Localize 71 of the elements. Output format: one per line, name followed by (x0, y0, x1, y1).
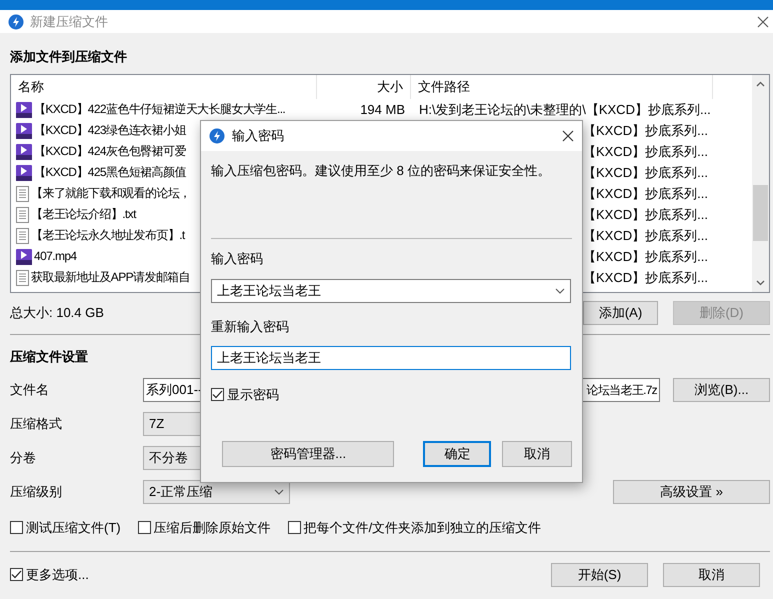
file-name: 【老王论坛永久地址发布页】.t (31, 227, 185, 244)
dialog-title: 输入密码 (232, 127, 284, 146)
file-path: 【KXCD】抄底系列... (583, 207, 708, 222)
video-file-icon (16, 144, 32, 160)
file-name: 【KXCD】422蓝色牛仔短裙逆天大长腿女大学生... (34, 101, 286, 118)
advanced-settings-button[interactable]: 高级设置 » (613, 480, 770, 504)
app-icon (209, 128, 225, 144)
text-file-icon (16, 206, 29, 222)
browse-button[interactable]: 浏览(B)... (673, 378, 770, 402)
dropdown[interactable]: 2-正常压缩 (143, 480, 290, 504)
password-manager-button[interactable]: 密码管理器... (222, 440, 394, 467)
close-icon[interactable] (757, 16, 769, 28)
video-file-icon (16, 164, 32, 180)
option-checkbox[interactable]: 压缩后删除原始文件 (138, 518, 271, 538)
add-button[interactable]: 添加(A) (583, 301, 658, 325)
show-password-checkbox[interactable]: 显示密码 (211, 385, 279, 404)
password-combo[interactable]: 上老王论坛当老王 (211, 278, 571, 302)
file-name: 【老王论坛介绍】.txt (31, 206, 136, 223)
file-name: 获取最新地址及APP请发邮箱自 (31, 269, 190, 286)
file-name: 【来了就能下载和观看的论坛， (31, 185, 191, 202)
cancel-button[interactable]: 取消 (502, 440, 572, 467)
column-header[interactable]: 文件路径 (411, 75, 713, 99)
video-file-icon (16, 248, 32, 264)
option-checkbox[interactable]: 把每个文件/文件夹添加到独立的压缩文件 (288, 518, 542, 538)
app-icon (8, 14, 24, 30)
column-header[interactable]: 名称 (11, 75, 317, 99)
file-name: 【KXCD】425黑色短裙高颜值 (34, 164, 186, 181)
caret-icon[interactable] (555, 288, 565, 294)
scrollbar[interactable] (752, 75, 769, 292)
password-label: 输入密码 (211, 250, 263, 268)
file-path: 【KXCD】抄底系列... (583, 270, 708, 285)
file-path: 【KXCD】抄底系列... (583, 144, 708, 159)
field-label: 分卷 (10, 449, 37, 468)
scroll-down-icon[interactable] (756, 280, 765, 286)
file-path: 【KXCD】抄底系列... (583, 165, 708, 180)
caret-icon[interactable] (274, 489, 284, 495)
window-title: 新建压缩文件 (30, 12, 108, 31)
dialog-message: 输入压缩包密码。建议使用至少 8 位的密码来保证安全性。 (211, 162, 552, 180)
option-checkbox[interactable]: 测试压缩文件(T) (10, 518, 121, 538)
scroll-thumb[interactable] (753, 185, 768, 241)
more-options-checkbox[interactable]: 更多选项... (10, 564, 89, 584)
ok-button[interactable]: 确定 (423, 440, 492, 467)
field-label: 文件名 (10, 381, 50, 400)
section-heading: 添加文件到压缩文件 (10, 48, 127, 66)
text-file-icon (16, 270, 29, 286)
file-path: 【KXCD】抄底系列... (583, 249, 708, 264)
file-path: 【KXCD】抄底系列... (583, 123, 708, 138)
video-file-icon (16, 122, 32, 138)
total-size: 总大小: 10.4 GB (10, 304, 104, 322)
file-path: H:\发到老王论坛的\未整理的\【KXCD】抄底系列... (419, 102, 711, 117)
section-heading: 压缩文件设置 (10, 348, 88, 366)
field-label: 压缩级别 (10, 483, 63, 502)
file-size: 194 MB (360, 102, 405, 117)
video-file-icon (16, 102, 32, 118)
text-file-icon (16, 228, 29, 244)
confirm-password-field[interactable]: 上老王论坛当老王 (211, 346, 571, 370)
file-name: 【KXCD】424灰色包臀裙可爱 (34, 143, 186, 160)
confirm-password-label: 重新输入密码 (211, 318, 289, 336)
file-path: 【KXCD】抄底系列... (583, 228, 708, 243)
file-path: 【KXCD】抄底系列... (583, 186, 708, 201)
scroll-up-icon[interactable] (756, 81, 765, 87)
file-name: 【KXCD】423绿色连衣裙小姐 (34, 122, 186, 139)
file-name: 407.mp4 (34, 248, 76, 265)
start-button[interactable]: 开始(S) (551, 562, 648, 586)
check-icon (11, 570, 22, 579)
text-file-icon (16, 186, 29, 202)
column-header[interactable]: 大小 (317, 75, 411, 99)
cancel-button[interactable]: 取消 (663, 562, 760, 586)
check-icon (212, 390, 223, 400)
close-icon[interactable] (562, 130, 574, 142)
field-label: 压缩格式 (10, 415, 63, 434)
